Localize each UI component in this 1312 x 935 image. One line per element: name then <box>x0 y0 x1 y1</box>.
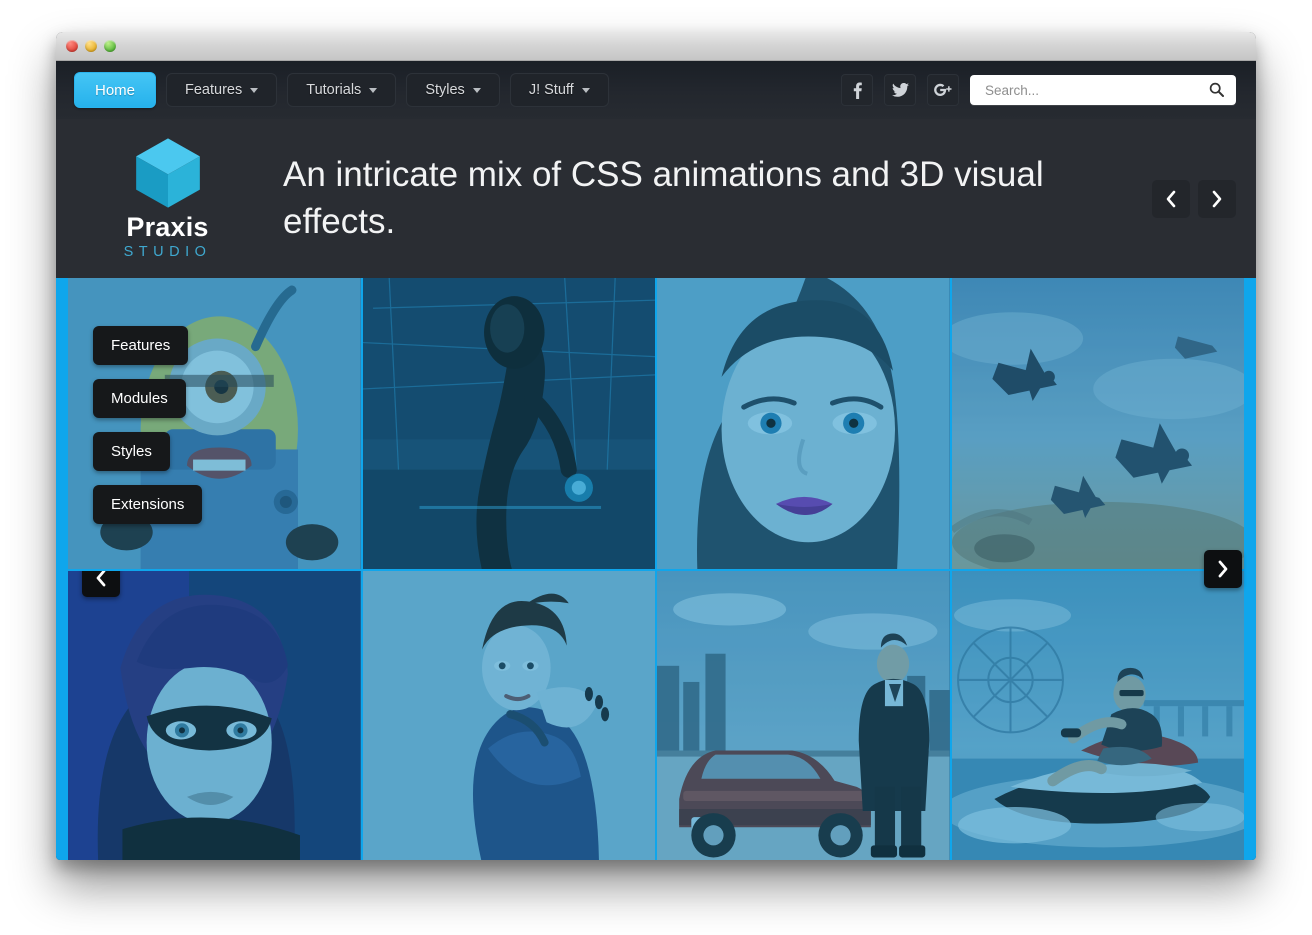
tile-tint-overlay <box>952 278 1245 569</box>
hero-next-button[interactable] <box>1198 180 1236 218</box>
search-input[interactable] <box>983 82 1187 99</box>
side-menu-item-extensions-label: Extensions <box>111 496 184 513</box>
search-icon[interactable] <box>1209 82 1224 102</box>
nav-item-tutorials[interactable]: Tutorials <box>287 73 396 107</box>
tile-tint-overlay <box>363 571 656 861</box>
brand-subtitle: STUDIO <box>124 245 212 260</box>
search-box[interactable] <box>970 75 1236 105</box>
gallery-tile-car-man[interactable] <box>657 571 950 861</box>
browser-window: Home Features Tutorials Styles J! Stuff <box>56 32 1256 860</box>
window-minimize-button[interactable] <box>85 40 97 52</box>
chevron-left-icon <box>95 571 107 587</box>
tile-tint-overlay <box>952 571 1245 861</box>
gallery-tile-jetski[interactable] <box>952 571 1245 861</box>
nav-menu: Home Features Tutorials Styles J! Stuff <box>56 72 609 108</box>
tile-tint-overlay <box>363 278 656 569</box>
chevron-down-icon <box>250 88 258 93</box>
gallery-tile-minion[interactable]: Features Modules Styles Extensions <box>68 278 361 569</box>
tile-tint-overlay <box>68 571 361 861</box>
chevron-left-icon <box>1165 190 1177 208</box>
side-menu-item-modules-label: Modules <box>111 390 168 407</box>
side-menu-item-modules[interactable]: Modules <box>93 379 186 418</box>
desktop-background: Home Features Tutorials Styles J! Stuff <box>0 0 1312 935</box>
gallery-prev-button[interactable] <box>82 571 120 597</box>
hero-slider-controls <box>1152 180 1236 218</box>
gallery-side-menu: Features Modules Styles Extensions <box>93 326 202 524</box>
gallery-tile-warplanes[interactable] <box>952 278 1245 569</box>
nav-item-styles-label: Styles <box>425 82 465 98</box>
brand-name: Praxis <box>126 214 208 241</box>
chevron-down-icon <box>369 88 377 93</box>
side-menu-item-styles-label: Styles <box>111 443 152 460</box>
nav-item-jstuff[interactable]: J! Stuff <box>510 73 609 107</box>
nav-item-tutorials-label: Tutorials <box>306 82 361 98</box>
nav-item-home[interactable]: Home <box>74 72 156 108</box>
google-plus-icon[interactable] <box>927 74 959 106</box>
facebook-icon[interactable] <box>841 74 873 106</box>
nav-item-features-label: Features <box>185 82 242 98</box>
cube-logo-icon <box>133 137 203 209</box>
chevron-down-icon <box>473 88 481 93</box>
image-gallery: Features Modules Styles Extensions <box>56 278 1256 860</box>
gallery-tile-catsuit[interactable] <box>363 278 656 569</box>
gallery-tile-portrait[interactable] <box>657 278 950 569</box>
chevron-right-icon <box>1211 190 1223 208</box>
window-zoom-button[interactable] <box>104 40 116 52</box>
nav-item-features[interactable]: Features <box>166 73 277 107</box>
tile-tint-overlay <box>657 571 950 861</box>
window-titlebar <box>56 32 1256 61</box>
hero-prev-button[interactable] <box>1152 180 1190 218</box>
chevron-right-icon <box>1217 560 1229 578</box>
site-logo[interactable]: Praxis STUDIO <box>56 137 261 260</box>
nav-item-styles[interactable]: Styles <box>406 73 500 107</box>
chevron-down-icon <box>582 88 590 93</box>
gallery-grid: Features Modules Styles Extensions <box>68 278 1244 860</box>
side-menu-item-features[interactable]: Features <box>93 326 188 365</box>
twitter-icon[interactable] <box>884 74 916 106</box>
main-navigation-bar: Home Features Tutorials Styles J! Stuff <box>56 61 1256 119</box>
side-menu-item-features-label: Features <box>111 337 170 354</box>
gallery-tile-fashion[interactable] <box>363 571 656 861</box>
window-close-button[interactable] <box>66 40 78 52</box>
hero-section: Praxis STUDIO An intricate mix of CSS an… <box>56 119 1256 278</box>
hero-headline: An intricate mix of CSS animations and 3… <box>261 152 1113 245</box>
nav-item-home-label: Home <box>95 82 135 99</box>
nav-utilities <box>841 74 1256 106</box>
side-menu-item-styles[interactable]: Styles <box>93 432 170 471</box>
gallery-next-button[interactable] <box>1204 550 1242 588</box>
nav-item-jstuff-label: J! Stuff <box>529 82 574 98</box>
tile-tint-overlay <box>657 278 950 569</box>
gallery-tile-hero-girl[interactable] <box>68 571 361 861</box>
side-menu-item-extensions[interactable]: Extensions <box>93 485 202 524</box>
